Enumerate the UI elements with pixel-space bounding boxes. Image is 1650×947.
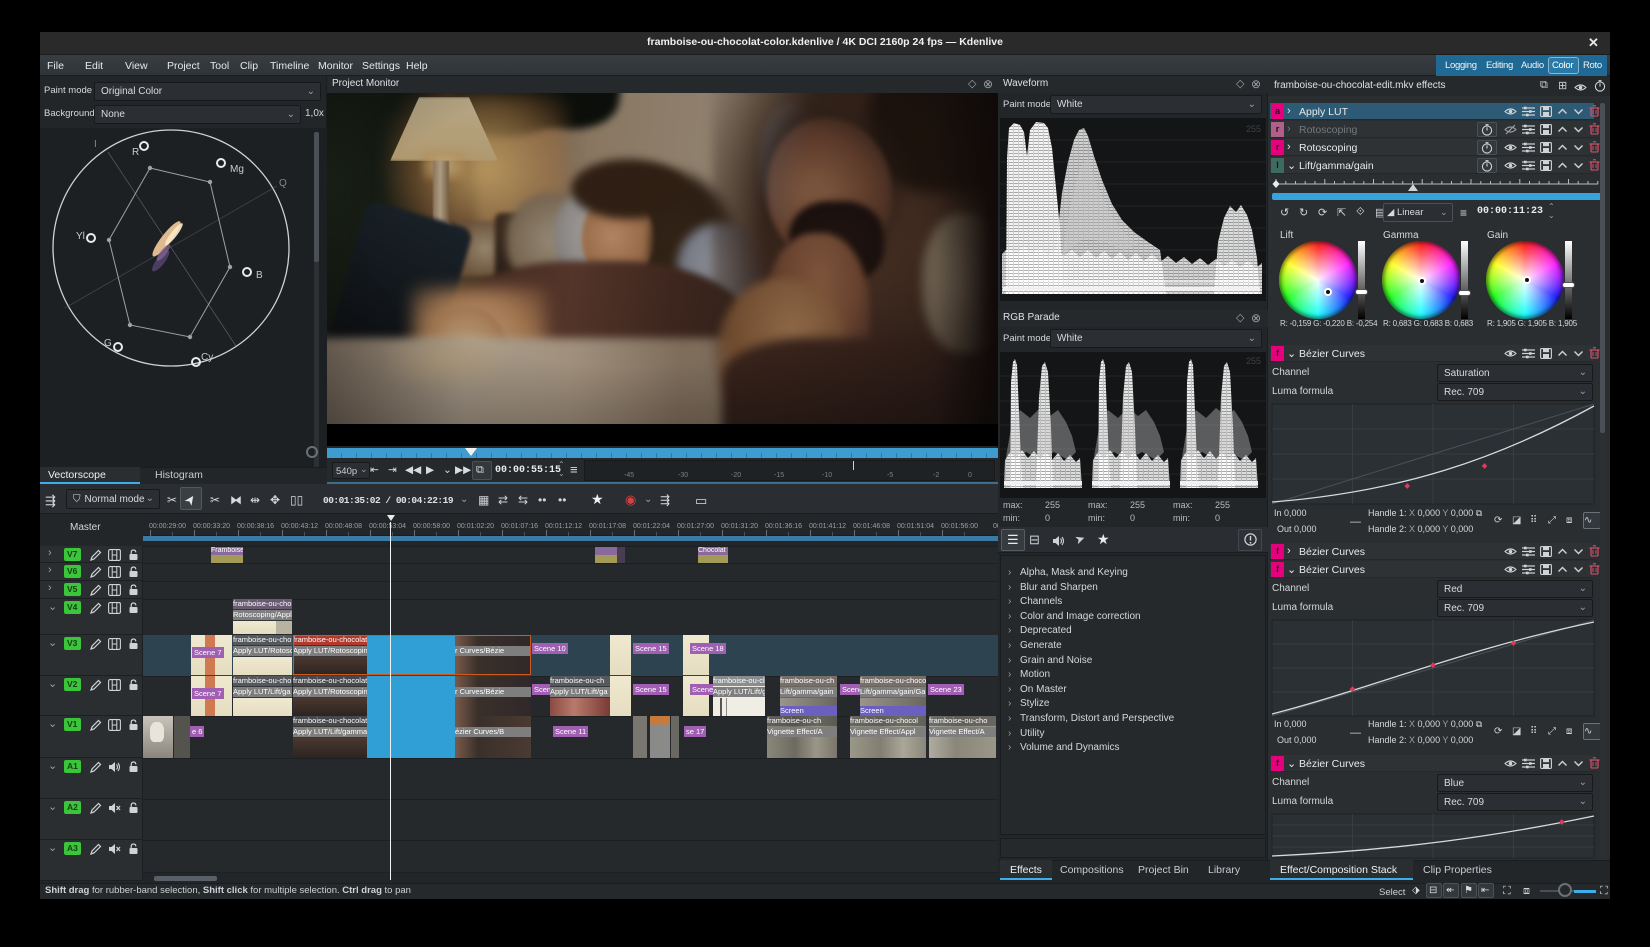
- svg-text:Yl: Yl: [76, 231, 85, 242]
- svg-text:Mg: Mg: [230, 164, 244, 175]
- svg-text:255: 255: [1246, 124, 1261, 134]
- svg-text:I: I: [94, 139, 97, 150]
- svg-text:G: G: [104, 338, 112, 349]
- svg-text:B: B: [256, 270, 263, 281]
- svg-text:R: R: [132, 147, 139, 158]
- svg-text:Q: Q: [279, 178, 287, 189]
- svg-text:255: 255: [1246, 356, 1261, 366]
- svg-text:Cy: Cy: [201, 352, 213, 363]
